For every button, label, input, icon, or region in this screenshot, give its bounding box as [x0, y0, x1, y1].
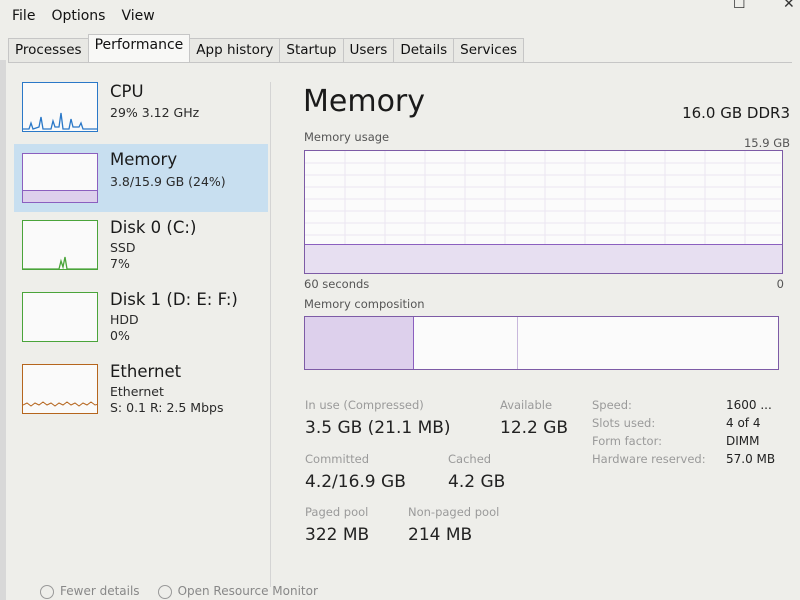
- sidebar-disk1-type: HDD: [110, 312, 139, 327]
- memory-composition-bar: [304, 316, 779, 370]
- memory-usage-max: 15.9 GB: [743, 136, 790, 150]
- open-resource-monitor-link[interactable]: Open Resource Monitor: [157, 584, 318, 599]
- graph-time-end: 0: [776, 277, 784, 291]
- cached-value: 4.2 GB: [448, 472, 506, 492]
- sidebar-disk1-title: Disk 1 (D: E: F:): [110, 290, 238, 309]
- close-button[interactable]: ✕: [783, 0, 795, 12]
- tab-services[interactable]: Services: [453, 38, 525, 62]
- sidebar-item-cpu[interactable]: CPU 29% 3.12 GHz: [14, 78, 268, 146]
- sidebar-item-disk0[interactable]: Disk 0 (C:) SSD 7%: [14, 216, 268, 284]
- fewer-details-label: Fewer details: [60, 584, 140, 598]
- memory-usage-fill: [305, 243, 782, 273]
- composition-in-use: [305, 317, 414, 369]
- menu-view[interactable]: View: [121, 8, 154, 30]
- memory-composition-label: Memory composition: [304, 297, 425, 311]
- sidebar-disk0-title: Disk 0 (C:): [110, 218, 197, 237]
- cpu-sparkline: [23, 112, 97, 130]
- resource-monitor-icon: [157, 584, 172, 599]
- memory-thumbnail-graph: [22, 153, 98, 203]
- form-factor-value: DIMM: [726, 434, 760, 448]
- fewer-details-button[interactable]: Fewer details: [40, 584, 140, 599]
- available-label: Available: [500, 398, 553, 412]
- sidebar-cpu-usage: 29% 3.12 GHz: [110, 105, 200, 120]
- tab-performance[interactable]: Performance: [87, 34, 191, 62]
- sidebar-memory-title: Memory: [110, 150, 178, 169]
- tab-details[interactable]: Details: [393, 38, 455, 62]
- sidebar-disk1-usage: 0%: [110, 328, 130, 343]
- chevron-up-icon: [40, 584, 54, 599]
- menu-file[interactable]: File: [12, 8, 35, 30]
- disk0-sparkline: [23, 256, 97, 269]
- sidebar-item-disk1[interactable]: Disk 1 (D: E: F:) HDD 0%: [14, 288, 268, 356]
- in-use-label: In use (Compressed): [305, 398, 424, 412]
- hardware-reserved-value: 57.0 MB: [726, 452, 776, 466]
- sidebar-ethernet-title: Ethernet: [110, 362, 182, 381]
- tab-startup[interactable]: Startup: [279, 38, 344, 62]
- composition-cached: [414, 317, 518, 369]
- slots-label: Slots used:: [592, 416, 656, 430]
- committed-value: 4.2/16.9 GB: [305, 472, 406, 492]
- in-use-value: 3.5 GB (21.1 MB): [305, 418, 451, 438]
- sidebar-memory-usage: 3.8/15.9 GB (24%): [110, 174, 226, 189]
- committed-label: Committed: [305, 452, 370, 466]
- tab-app-history[interactable]: App history: [189, 38, 281, 62]
- sidebar-ethernet-throughput: S: 0.1 R: 2.5 Mbps: [110, 400, 224, 415]
- cpu-thumbnail-graph: [22, 82, 98, 132]
- sidebar-divider: [270, 82, 271, 587]
- tab-users[interactable]: Users: [342, 38, 395, 62]
- paged-pool-label: Paged pool: [305, 505, 369, 519]
- menu-options[interactable]: Options: [51, 8, 105, 30]
- memory-thumbnail-fill: [23, 190, 97, 202]
- slots-value: 4 of 4: [726, 416, 761, 430]
- tab-bar: Processes Performance App history Startu…: [8, 34, 525, 62]
- disk0-thumbnail-graph: [22, 220, 98, 270]
- sidebar-item-memory[interactable]: Memory 3.8/15.9 GB (24%): [14, 144, 268, 212]
- page-title: Memory: [303, 84, 426, 119]
- speed-value: 1600 ...: [726, 398, 772, 412]
- maximize-button[interactable]: ☐: [733, 0, 746, 12]
- speed-label: Speed:: [592, 398, 632, 412]
- resource-sidebar: CPU 29% 3.12 GHz Memory 3.8/15.9 GB (24%…: [14, 72, 270, 592]
- ethernet-thumbnail-graph: [22, 364, 98, 414]
- paged-pool-value: 322 MB: [305, 525, 370, 545]
- sidebar-cpu-title: CPU: [110, 82, 144, 101]
- memory-spec: 16.0 GB DDR3: [682, 104, 790, 122]
- form-factor-label: Form factor:: [592, 434, 662, 448]
- nonpaged-pool-label: Non-paged pool: [408, 505, 500, 519]
- available-value: 12.2 GB: [500, 418, 569, 438]
- menu-bar: File Options View: [0, 8, 171, 30]
- sidebar-item-ethernet[interactable]: Ethernet Ethernet S: 0.1 R: 2.5 Mbps: [14, 360, 268, 428]
- memory-usage-label: Memory usage: [304, 130, 390, 144]
- window-edge: [0, 60, 6, 600]
- cached-label: Cached: [448, 452, 492, 466]
- open-resource-monitor-label: Open Resource Monitor: [177, 584, 318, 598]
- memory-usage-graph: [304, 150, 783, 274]
- sidebar-ethernet-adapter: Ethernet: [110, 384, 164, 399]
- nonpaged-pool-value: 214 MB: [408, 525, 473, 545]
- tab-processes[interactable]: Processes: [8, 38, 89, 62]
- sidebar-disk0-usage: 7%: [110, 256, 130, 271]
- footer: Fewer details Open Resource Monitor: [40, 584, 318, 599]
- sidebar-disk0-type: SSD: [110, 240, 136, 255]
- ethernet-sparkline: [23, 401, 97, 407]
- memory-detail-panel: Memory 16.0 GB DDR3 Memory usage 15.9 GB…: [300, 78, 790, 593]
- hardware-reserved-label: Hardware reserved:: [592, 452, 706, 466]
- disk1-thumbnail-graph: [22, 292, 98, 342]
- graph-time-label: 60 seconds: [304, 277, 370, 291]
- tab-divider: [8, 62, 792, 63]
